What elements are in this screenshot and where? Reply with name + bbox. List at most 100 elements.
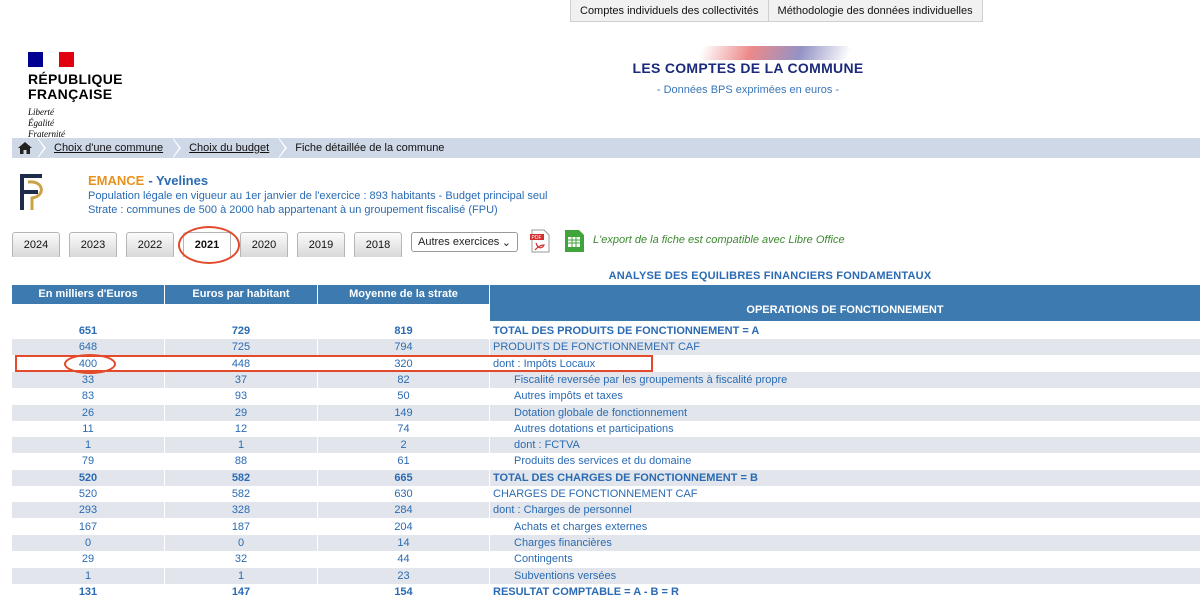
logo-motto-2: Égalité [28,118,54,128]
export-note: L'export de la fiche est compatible avec… [593,234,845,246]
cell-v2: 328 [165,502,318,519]
row-label: Produits des services et du domaine [514,455,692,468]
top-link-methodologie[interactable]: Méthodologie des données individuelles [768,0,983,22]
table-row: 651 729 819 TOTAL DES PRODUITS DE FONCTIONN… [12,323,1200,339]
table-row: 648 725 794 PRODUITS DE FONCTIONNEMENT CAF [12,339,1200,356]
pdf-export-icon[interactable]: PDF [528,229,552,258]
table-row: 1 1 2 dont : FCTVA [12,437,1200,454]
cell-v1: 520 [12,469,165,486]
top-link-comptes[interactable]: Comptes individuels des collectivités [570,0,769,22]
table-row: 520 582 630 CHARGES DE FONCTIONNEMENT CAF [12,486,1200,502]
logo-line-2: FRANÇAISE [28,86,113,102]
cell-v2: 729 [165,323,318,339]
tab-2024[interactable]: 2024 [12,232,60,257]
cell-v3: 204 [318,518,490,535]
libreoffice-export-icon[interactable] [562,229,586,258]
commune-name: EMANCE [88,173,145,188]
row-label: Dotation globale de fonctionnement [514,406,688,419]
table-row: 29 32 44 Contingents [12,551,1200,568]
cell-v3: 284 [318,502,490,519]
select-label: Autres exercices [418,236,500,248]
svg-text:PDF: PDF [532,235,542,241]
table-row: 11 12 74 Autres dotations et participations [12,420,1200,437]
row-label: dont : Charges de personnel [493,504,632,517]
commune-title: EMANCE - Yvelines [88,173,208,188]
finances-publiques-icon [14,172,48,217]
cell-v3: 44 [318,551,490,568]
commune-strate: Strate : communes de 500 à 2000 hab appa… [88,204,498,216]
cell-v3: 630 [318,486,490,502]
cell-v2: 29 [165,404,318,421]
cell-v2: 1 [165,437,318,454]
chevron-down-icon: ⌄ [501,236,511,249]
cell-v2: 32 [165,551,318,568]
row-label: RESULTAT COMPTABLE = A - B = R [493,585,679,598]
cell-v2: 582 [165,486,318,502]
cell-v3: 154 [318,583,490,600]
active-tab-highlight [178,226,240,264]
col-header-milliers: En milliers d'Euros [12,285,165,304]
table-row: 0 0 14 Charges financières [12,534,1200,551]
row-label: Achats et charges externes [514,520,648,533]
top-nav: Comptes individuels des collectivités Mé… [570,0,983,22]
tab-2023[interactable]: 2023 [69,232,117,257]
page-subtitle: - Données BPS exprimées en euros - [656,84,840,96]
breadcrumb-choix-commune[interactable]: Choix d'une commune [36,138,173,158]
breadcrumb-choix-budget[interactable]: Choix du budget [172,138,279,158]
row-label: Autres impôts et taxes [514,390,623,403]
cell-v1: 648 [12,339,165,356]
cell-v1: 651 [12,323,165,339]
cell-v1: 33 [12,371,165,388]
cell-v2: 1 [165,567,318,584]
home-icon[interactable] [12,138,38,158]
table-row: 293 328 284 dont : Charges de personnel [12,502,1200,519]
cell-v1: 26 [12,404,165,421]
row-label: TOTAL DES PRODUITS DE FONCTIONNEMENT = A [493,325,760,337]
cell-v1: 520 [12,486,165,502]
table-row: 1 1 23 Subventions versées [12,567,1200,584]
breadcrumb-current: Fiche détaillée de la commune [278,138,454,158]
cell-v1: 0 [12,534,165,551]
cell-v2: 725 [165,339,318,356]
tab-2020[interactable]: 2020 [240,232,288,257]
cell-v2: 147 [165,583,318,600]
tab-2019[interactable]: 2019 [297,232,345,257]
table-row: 520 582 665 TOTAL DES CHARGES DE FONCTIONNE… [12,469,1200,486]
cell-v2: 0 [165,534,318,551]
cell-v1: 1 [12,567,165,584]
republique-francaise-logo[interactable]: RÉPUBLIQUE FRANÇAISE Liberté Égalité Fra… [28,52,123,139]
cell-v3: 794 [318,339,490,356]
cell-v2: 187 [165,518,318,535]
cell-v3: 23 [318,567,490,584]
cell-v3: 149 [318,404,490,421]
col-header-moyenne-strate: Moyenne de la strate [318,285,490,304]
logo-line-1: RÉPUBLIQUE [28,71,123,87]
logo-motto-1: Liberté [28,107,54,117]
col-header-euros-habitant: Euros par habitant [165,285,318,304]
section-title: OPERATIONS DE FONCTIONNEMENT [746,304,944,316]
cell-v3: 14 [318,534,490,551]
row-label: Charges financières [514,536,612,549]
cell-v1: 29 [12,551,165,568]
section-header: OPERATIONS DE FONCTIONNEMENT [490,285,1200,321]
commune-population: Population légale en vigueur au 1er janv… [88,190,548,202]
cell-v3: 74 [318,420,490,437]
cell-v3: 2 [318,437,490,454]
cell-v3: 819 [318,323,490,339]
cell-v2: 88 [165,453,318,470]
cell-v1: 11 [12,420,165,437]
cell-v2: 12 [165,420,318,437]
page-title: LES COMPTES DE LA COMMUNE [632,60,864,76]
tab-2018[interactable]: 2018 [354,232,402,257]
table-row: 167 187 204 Achats et charges externes [12,518,1200,535]
row-label: Subventions versées [514,569,617,582]
table-row: 79 88 61 Produits des services et du domain… [12,453,1200,470]
cell-v3: 82 [318,371,490,388]
autres-exercices-select[interactable]: Autres exercices ⌄ [411,232,518,252]
table-title: ANALYSE DES EQUILIBRES FINANCIERS FONDAM… [608,270,932,282]
table-row: 131 147 154 RESULTAT COMPTABLE = A - B = R [12,583,1200,600]
tab-2022[interactable]: 2022 [126,232,174,257]
impots-value-highlight [64,354,116,374]
table-row: 26 29 149 Dotation globale de fonctionnemen… [12,404,1200,421]
row-label: Fiscalité reversée par les groupements à… [514,373,788,386]
